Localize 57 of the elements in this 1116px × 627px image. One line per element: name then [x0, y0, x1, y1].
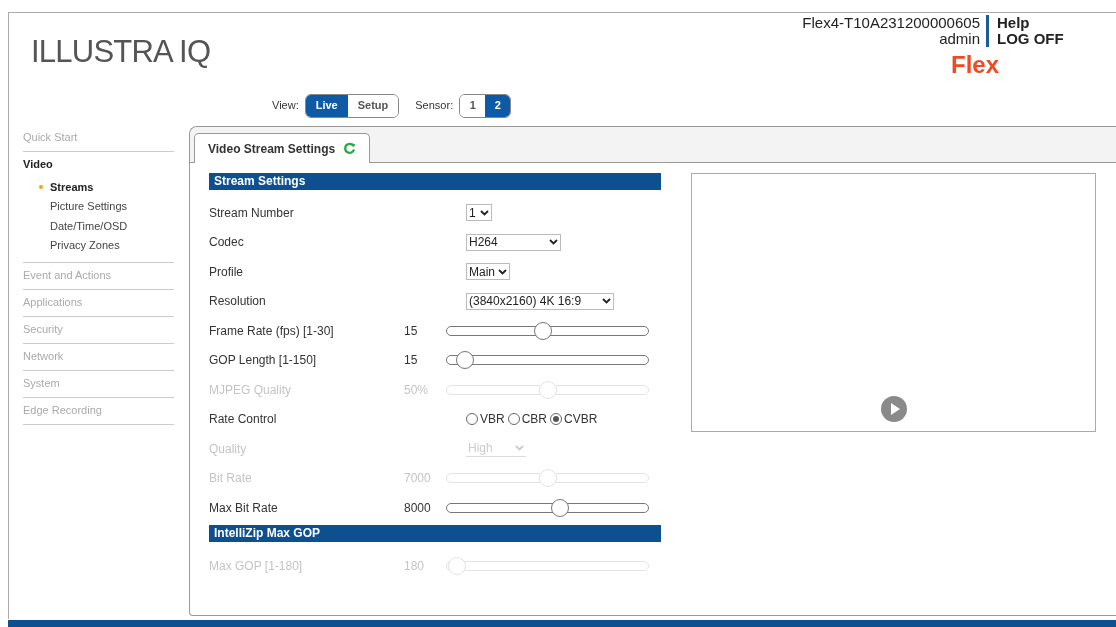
field-label: Quality [209, 440, 248, 458]
field-label: Codec [209, 234, 245, 252]
caret-icon [549, 239, 558, 246]
field-label: Profile [209, 263, 244, 281]
logo-title: ILLUSTRA IQ [31, 33, 212, 71]
field-label: Rate Control [209, 411, 278, 429]
slider-thumb[interactable] [534, 321, 553, 340]
field-label: Frame Rate (fps) [1-30] [209, 322, 335, 340]
caret-icon [602, 298, 611, 305]
device-name: Flex4-T10A231200000605 [802, 15, 980, 31]
field-label: Max GOP [1-180] [209, 558, 304, 576]
field-label: Stream Number [209, 204, 295, 222]
refresh-icon[interactable] [343, 142, 357, 155]
field-label: GOP Length [1-150] [209, 352, 318, 370]
sidebar-subitem[interactable]: Date/Time/OSD [50, 217, 128, 234]
value-text: 50% [404, 381, 430, 399]
view-toggle[interactable]: Live [305, 94, 348, 117]
caret-icon [498, 268, 507, 275]
section-header: IntelliZip Max GOP [209, 524, 661, 542]
settings-tab[interactable]: Video Stream Settings [194, 133, 371, 163]
field-label: Resolution [209, 293, 267, 311]
dropdown[interactable]: Main [466, 263, 510, 281]
field-label: MJPEG Quality [209, 381, 293, 399]
sidebar-subitem[interactable]: Privacy Zones [50, 237, 120, 254]
value-text: 7000 [404, 470, 432, 488]
user-name: admin [939, 31, 980, 47]
dropdown[interactable]: (3840x2160) 4K 16:9 [466, 292, 614, 310]
play-icon[interactable] [879, 395, 908, 423]
radio-label: CVBR [564, 411, 598, 429]
radio-button[interactable] [507, 413, 520, 426]
header-link[interactable]: LOG OFF [997, 31, 1076, 47]
dropdown[interactable]: 1 [466, 204, 492, 222]
caret-icon [515, 445, 524, 452]
radio-label: CBR [521, 411, 548, 429]
slider-thumb[interactable] [550, 498, 569, 517]
slider-thumb[interactable] [456, 351, 475, 370]
value-text: 15 [404, 322, 419, 340]
brand-logo: Flex [950, 51, 999, 79]
field-label: Bit Rate [209, 470, 253, 488]
section-header: Stream Settings [209, 173, 661, 190]
header-link[interactable]: Help [997, 15, 1076, 31]
bullet-icon [39, 184, 43, 189]
sensor-toggle[interactable]: 2 [485, 94, 511, 117]
value-text: 15 [404, 352, 419, 370]
field-label: Max Bit Rate [209, 499, 279, 517]
caret-icon [480, 209, 489, 216]
dropdown[interactable]: H264 [466, 233, 561, 251]
radio-button[interactable] [550, 413, 563, 426]
value-text: 8000 [404, 499, 432, 517]
radio-label: VBR [480, 411, 505, 429]
sensor-label: Sensor: [415, 98, 454, 114]
sidebar-item[interactable]: Video [23, 158, 174, 171]
sidebar-subitem[interactable]: Picture Settings [50, 198, 128, 215]
sidebar-subitem[interactable]: Streams [50, 178, 94, 195]
value-text: 180 [404, 558, 426, 576]
radio-button[interactable] [466, 413, 478, 426]
view-label: View: [272, 98, 299, 114]
